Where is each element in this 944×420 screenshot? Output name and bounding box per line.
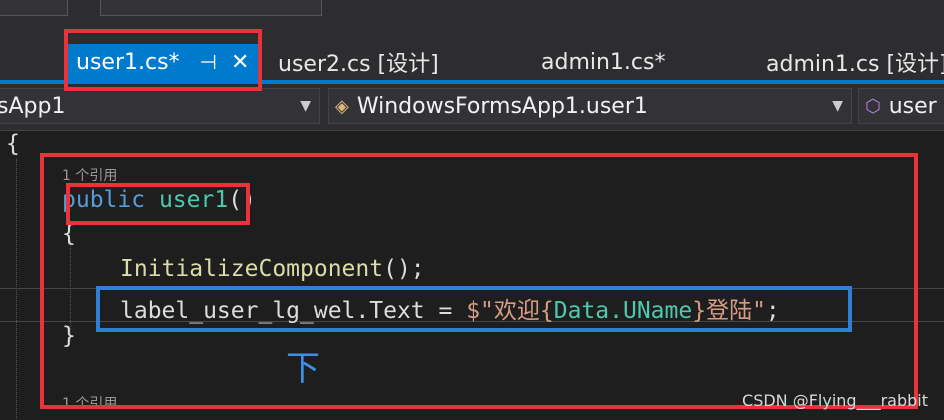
toolbar-extra-group[interactable] (870, 0, 944, 14)
chevron-down-icon: ▼ (832, 98, 843, 114)
tab-user2-cs-design[interactable]: user2.cs [设计] (278, 44, 439, 80)
cube-icon: ⬡ (865, 95, 881, 117)
tab-label: admin1.cs* (541, 49, 666, 75)
tab-admin1-cs-design[interactable]: admin1.cs [设计] (766, 44, 944, 80)
member-label: user (888, 93, 937, 119)
toolbar-combo-platform[interactable] (100, 0, 322, 16)
tab-label: admin1.cs [设计] (766, 52, 944, 77)
tab-admin1-cs[interactable]: admin1.cs* (541, 44, 665, 80)
class-icon: ◈ (335, 95, 349, 117)
code-line: { (6, 131, 20, 157)
watermark: CSDN @Flying___rabbit (742, 391, 928, 410)
tab-label: user2.cs [设计] (278, 52, 439, 77)
project-label: sApp1 (0, 93, 66, 119)
class-label: WindowsFormsApp1.user1 (356, 93, 648, 119)
class-dropdown[interactable]: ◈ WindowsFormsApp1.user1 ▼ (328, 88, 852, 124)
project-dropdown[interactable]: sApp1 ▼ (0, 88, 320, 124)
highlight-box-tab (64, 29, 262, 91)
toolbar-tools-group[interactable] (560, 0, 760, 14)
member-dropdown[interactable]: ⬡ user (858, 88, 944, 124)
chevron-down-icon: ▼ (300, 98, 311, 114)
highlight-box-assignment (96, 286, 852, 332)
navigation-bar: sApp1 ▼ ◈ WindowsFormsApp1.user1 ▼ ⬡ use… (0, 84, 944, 131)
toolbar-start-group[interactable] (340, 0, 500, 14)
highlight-box-signature (66, 183, 250, 225)
toolbar (0, 0, 944, 19)
toolbar-combo-config[interactable] (0, 0, 68, 16)
